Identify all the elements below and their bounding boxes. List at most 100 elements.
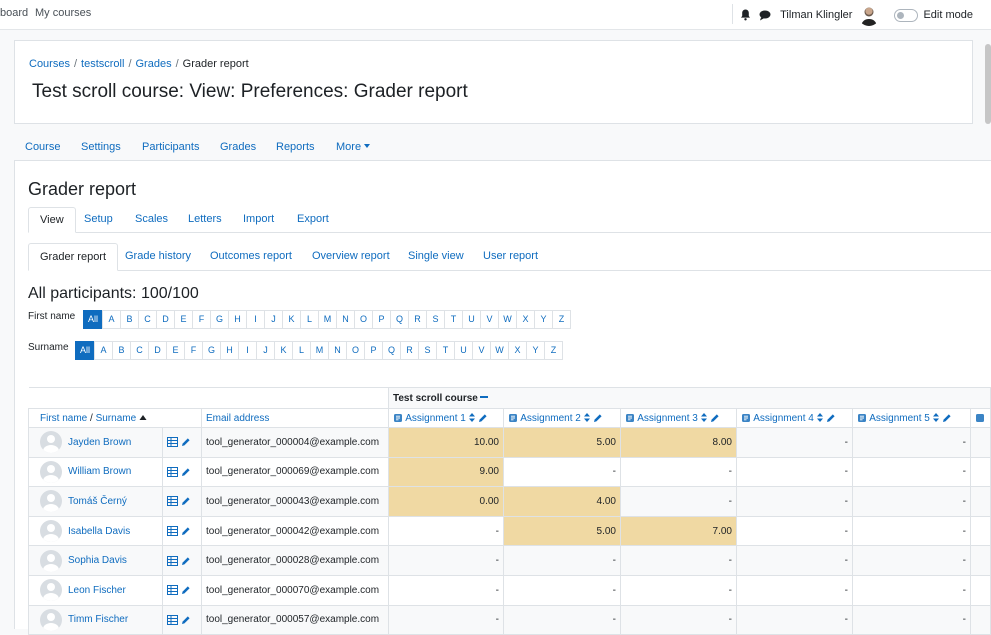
tab-view[interactable]: View [28,207,76,233]
surname-initial-t[interactable]: T [436,341,455,360]
tab-export[interactable]: Export [286,207,340,233]
assignment-link[interactable]: Assignment 5 [869,413,930,424]
surname-initial-q[interactable]: Q [382,341,401,360]
surname-initial-r[interactable]: R [400,341,419,360]
sort-first-name[interactable]: First name [40,413,87,424]
grade-cell[interactable]: 5.00 [503,427,621,458]
grade-cell[interactable]: - [503,574,621,606]
edit-pencil-icon[interactable] [942,413,952,424]
surname-initial-f[interactable]: F [184,341,203,360]
edit-mode-toggle[interactable] [894,8,919,22]
student-name-link[interactable]: Isabella Davis [68,526,130,537]
secnav-course[interactable]: Course [25,141,60,153]
first-name-initial-h[interactable]: H [228,310,247,329]
grade-cell[interactable]: - [388,574,504,606]
assignment-link[interactable]: Assignment 4 [753,413,814,424]
sort-toggle-icon[interactable] [814,413,823,424]
subtab-single-view[interactable]: Single view [397,243,475,271]
surname-initial-x[interactable]: X [508,341,527,360]
first-name-initial-r[interactable]: R [408,310,427,329]
surname-initial-e[interactable]: E [166,341,185,360]
sort-surname[interactable]: Surname [96,413,137,424]
grade-cell[interactable]: - [503,545,621,576]
grade-cell[interactable]: - [852,574,971,606]
grade-cell[interactable]: - [852,456,971,488]
grades-table-icon[interactable] [167,437,178,448]
surname-initial-o[interactable]: O [346,341,365,360]
edit-pencil-icon[interactable] [478,413,488,424]
subtab-grader-report[interactable]: Grader report [28,243,119,271]
first-name-initial-v[interactable]: V [480,310,499,329]
avatar[interactable] [40,579,62,602]
surname-initial-h[interactable]: H [220,341,239,360]
grade-cell[interactable]: - [503,456,621,488]
edit-pencil-icon[interactable] [710,413,720,424]
edit-pencil-icon[interactable] [181,526,191,537]
grade-cell[interactable]: - [388,545,504,576]
grade-cell[interactable]: - [620,574,737,606]
student-name-link[interactable]: Jayden Brown [68,437,131,448]
surname-initial-w[interactable]: W [490,341,509,360]
sort-toggle-icon[interactable] [930,413,939,424]
surname-initial-all[interactable]: All [75,341,95,360]
sort-toggle-icon[interactable] [466,413,475,424]
surname-initial-c[interactable]: C [130,341,149,360]
nav-my-courses-link[interactable]: My courses [35,7,91,19]
surname-initial-g[interactable]: G [202,341,221,360]
surname-initial-u[interactable]: U [454,341,473,360]
grade-cell[interactable]: - [736,427,853,458]
first-name-initial-q[interactable]: Q [390,310,409,329]
surname-initial-v[interactable]: V [472,341,491,360]
breadcrumb-course[interactable]: testscroll [81,58,124,70]
first-name-initial-k[interactable]: K [282,310,301,329]
grade-cell[interactable]: 8.00 [620,427,737,458]
grade-cell[interactable]: - [620,456,737,488]
tab-setup[interactable]: Setup [73,207,124,233]
grades-table-icon[interactable] [167,555,178,566]
tab-letters[interactable]: Letters [177,207,233,233]
grades-table-icon[interactable] [167,585,178,596]
edit-pencil-icon[interactable] [181,585,191,596]
first-name-initial-e[interactable]: E [174,310,193,329]
edit-pencil-icon[interactable] [181,437,191,448]
first-name-initial-j[interactable]: J [264,310,283,329]
surname-initial-i[interactable]: I [238,341,257,360]
sort-toggle-icon[interactable] [698,413,707,424]
grade-cell[interactable]: - [852,427,971,458]
grade-cell[interactable]: 5.00 [503,515,621,547]
grade-cell[interactable]: 7.00 [620,515,737,547]
student-name-link[interactable]: Timm Fischer [68,614,128,625]
surname-initial-p[interactable]: P [364,341,383,360]
surname-initial-j[interactable]: J [256,341,275,360]
avatar[interactable] [40,460,62,483]
grade-cell[interactable]: - [852,515,971,547]
grades-table-icon[interactable] [167,525,178,537]
breadcrumb-grades[interactable]: Grades [136,58,172,70]
sort-email[interactable]: Email address [206,413,269,424]
first-name-initial-c[interactable]: C [138,310,157,329]
grades-table-icon[interactable] [167,496,178,507]
grade-cell[interactable]: - [388,515,504,547]
edit-pencil-icon[interactable] [181,555,191,566]
surname-initial-s[interactable]: S [418,341,437,360]
grade-cell[interactable]: - [736,486,853,517]
surname-initial-b[interactable]: B [112,341,131,360]
grade-cell[interactable]: - [620,604,737,635]
avatar[interactable] [40,549,62,572]
first-name-initial-s[interactable]: S [426,310,445,329]
first-name-initial-g[interactable]: G [210,310,229,329]
surname-initial-a[interactable]: A [94,341,113,360]
grade-cell[interactable]: - [503,604,621,635]
first-name-initial-x[interactable]: X [516,310,535,329]
secnav-more[interactable]: More [336,141,371,153]
grade-cell[interactable]: - [736,545,853,576]
secnav-participants[interactable]: Participants [142,141,199,153]
first-name-initial-l[interactable]: L [300,310,319,329]
edit-pencil-icon[interactable] [593,413,603,424]
grade-cell[interactable]: - [620,486,737,517]
secnav-settings[interactable]: Settings [81,141,121,153]
secnav-grades[interactable]: Grades [220,141,256,153]
assignment-link[interactable]: Assignment 2 [520,413,581,424]
first-name-initial-t[interactable]: T [444,310,463,329]
secnav-reports[interactable]: Reports [276,141,315,153]
